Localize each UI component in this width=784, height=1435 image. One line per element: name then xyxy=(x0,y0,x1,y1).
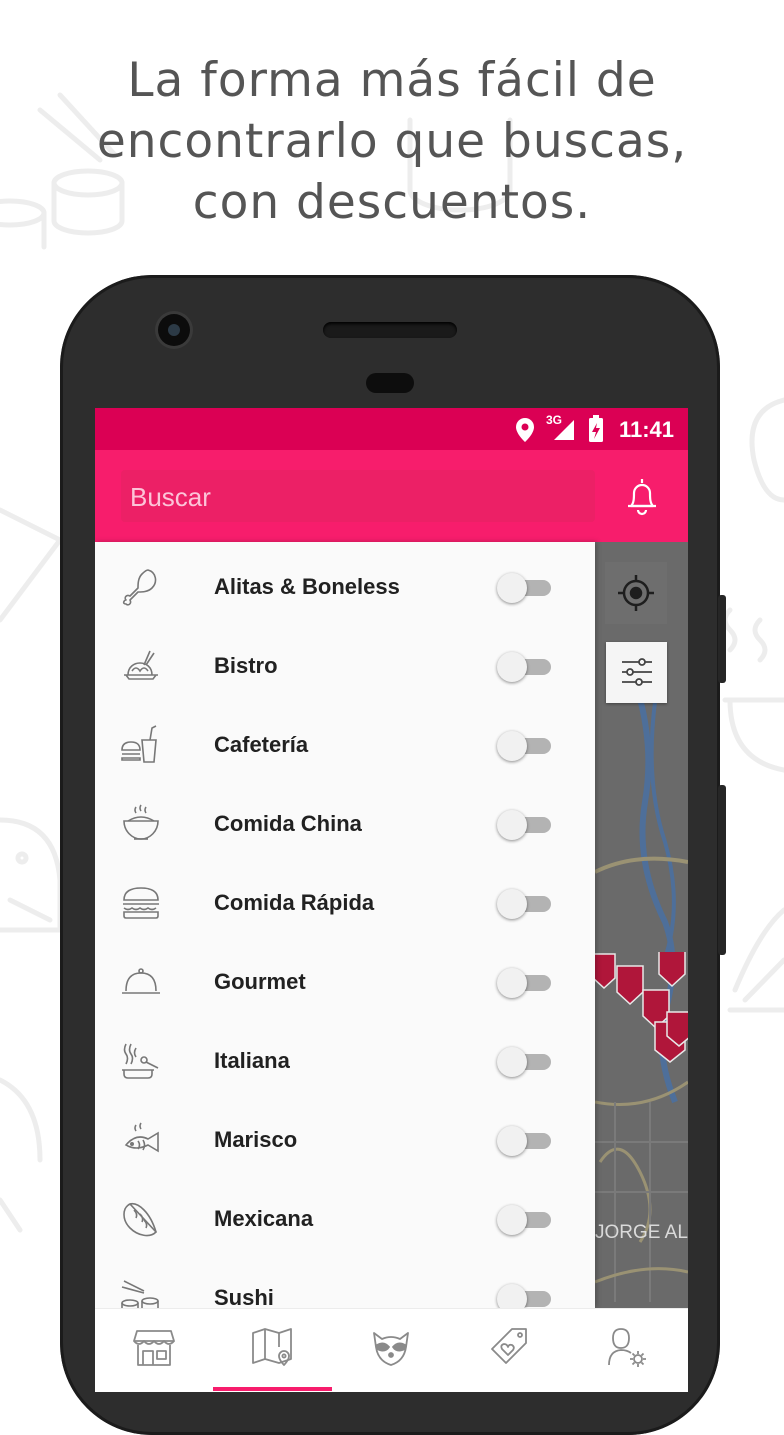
category-label: Bistro xyxy=(214,653,278,678)
category-label: Comida Rápida xyxy=(214,890,375,915)
pot-doodle-icon xyxy=(722,397,784,773)
status-bar: 3G 11:41 xyxy=(95,408,688,450)
list-item-marisco[interactable]: Marisco xyxy=(95,1099,595,1178)
list-item-alitas-boneless[interactable]: Alitas & Boneless xyxy=(95,546,595,625)
cloche-icon xyxy=(122,968,160,994)
my-location-button[interactable] xyxy=(605,562,667,624)
category-toggle[interactable] xyxy=(497,968,551,998)
restaurant-pin-icon xyxy=(595,952,688,1063)
list-item-bistro[interactable]: Bistro xyxy=(95,625,595,704)
map-pins xyxy=(595,952,688,1063)
category-drawer: Alitas & Boneless Bistro Cafetería Comid… xyxy=(95,542,595,1308)
category-toggle[interactable] xyxy=(497,810,551,840)
raccoon-icon xyxy=(373,1332,409,1366)
list-item-comida-china[interactable]: Comida China xyxy=(95,783,595,862)
earpiece-speaker xyxy=(323,322,457,338)
category-toggle[interactable] xyxy=(497,1284,551,1308)
category-toggle[interactable] xyxy=(497,731,551,761)
location-icon xyxy=(516,418,534,442)
proximity-sensor xyxy=(366,373,414,393)
filter-button[interactable] xyxy=(606,642,667,703)
chicken-leg-icon xyxy=(122,569,157,606)
nav-tab-favorites[interactable] xyxy=(450,1309,568,1392)
category-toggle[interactable] xyxy=(497,1205,551,1235)
active-tab-indicator xyxy=(213,1387,332,1391)
category-label: Mexicana xyxy=(214,1206,314,1231)
nav-tab-map[interactable] xyxy=(213,1309,331,1392)
pasta-pot-icon xyxy=(122,1043,159,1079)
map-street-label: JORGE AL xyxy=(595,1222,688,1243)
heart-tag-icon xyxy=(491,1328,527,1364)
category-label: Gourmet xyxy=(214,969,306,994)
list-item-mexicana[interactable]: Mexicana xyxy=(95,1178,595,1257)
face-doodle-icon xyxy=(0,817,63,933)
list-item-italiana[interactable]: Italiana xyxy=(95,1020,595,1099)
search-input[interactable]: Buscar xyxy=(121,470,595,522)
headline-line-2: encontrarlo que buscas, xyxy=(96,114,688,169)
list-item-gourmet[interactable]: Gourmet xyxy=(95,941,595,1020)
dish-doodle-icon xyxy=(727,907,784,1013)
nav-tab-home[interactable] xyxy=(332,1309,450,1392)
category-label: Alitas & Boneless xyxy=(214,574,400,599)
category-label: Comida China xyxy=(214,811,362,836)
volume-button xyxy=(718,785,726,955)
list-item-sushi[interactable]: Sushi xyxy=(95,1257,595,1308)
list-item-cafeteria[interactable]: Cafetería xyxy=(95,704,595,783)
filter-sliders-icon xyxy=(622,658,652,686)
map-view[interactable]: JORGE AL xyxy=(595,542,688,1308)
category-toggle[interactable] xyxy=(497,573,551,603)
power-button xyxy=(718,595,726,683)
leaf-doodle-icon xyxy=(0,1077,43,1233)
bistro-plate-icon xyxy=(124,650,158,680)
bell-icon[interactable] xyxy=(623,476,661,516)
store-icon xyxy=(133,1330,175,1366)
category-toggle[interactable] xyxy=(497,652,551,682)
category-label: Marisco xyxy=(214,1127,298,1152)
user-settings-icon xyxy=(608,1328,646,1367)
category-label: Cafetería xyxy=(214,732,309,757)
burger-drink-icon xyxy=(121,725,157,763)
category-label: Italiana xyxy=(214,1048,290,1073)
my-location-icon xyxy=(618,575,654,611)
sushi-icon xyxy=(121,1280,159,1308)
category-label: Sushi xyxy=(214,1285,274,1308)
list-item-comida-rapida[interactable]: Comida Rápida xyxy=(95,862,595,941)
headline-line-1: La forma más fácil de xyxy=(127,53,657,108)
category-toggle[interactable] xyxy=(497,889,551,919)
search-placeholder: Buscar xyxy=(130,482,211,512)
nav-tab-profile[interactable] xyxy=(569,1309,687,1392)
slice-doodle-icon xyxy=(0,507,63,623)
bottom-navigation xyxy=(95,1308,688,1392)
category-toggle[interactable] xyxy=(497,1047,551,1077)
fish-icon xyxy=(124,1122,159,1153)
map-icon xyxy=(252,1328,292,1366)
taco-icon xyxy=(123,1203,158,1237)
nav-tab-stores[interactable] xyxy=(95,1309,213,1392)
category-toggle[interactable] xyxy=(497,1126,551,1156)
battery-icon xyxy=(589,415,603,442)
burger-icon xyxy=(123,887,159,919)
signal-icon xyxy=(554,420,574,440)
headline: La forma más fácil de encontrarlo que bu… xyxy=(0,50,784,233)
status-time: 11:41 xyxy=(618,417,674,442)
rice-bowl-icon xyxy=(123,804,159,840)
app-bar: Buscar xyxy=(95,450,688,542)
headline-line-3: con descuentos. xyxy=(192,175,592,230)
phone-screen: 3G 11:41 Buscar JORGE AL Alitas & Bonele… xyxy=(95,408,688,1392)
front-camera xyxy=(158,314,190,346)
